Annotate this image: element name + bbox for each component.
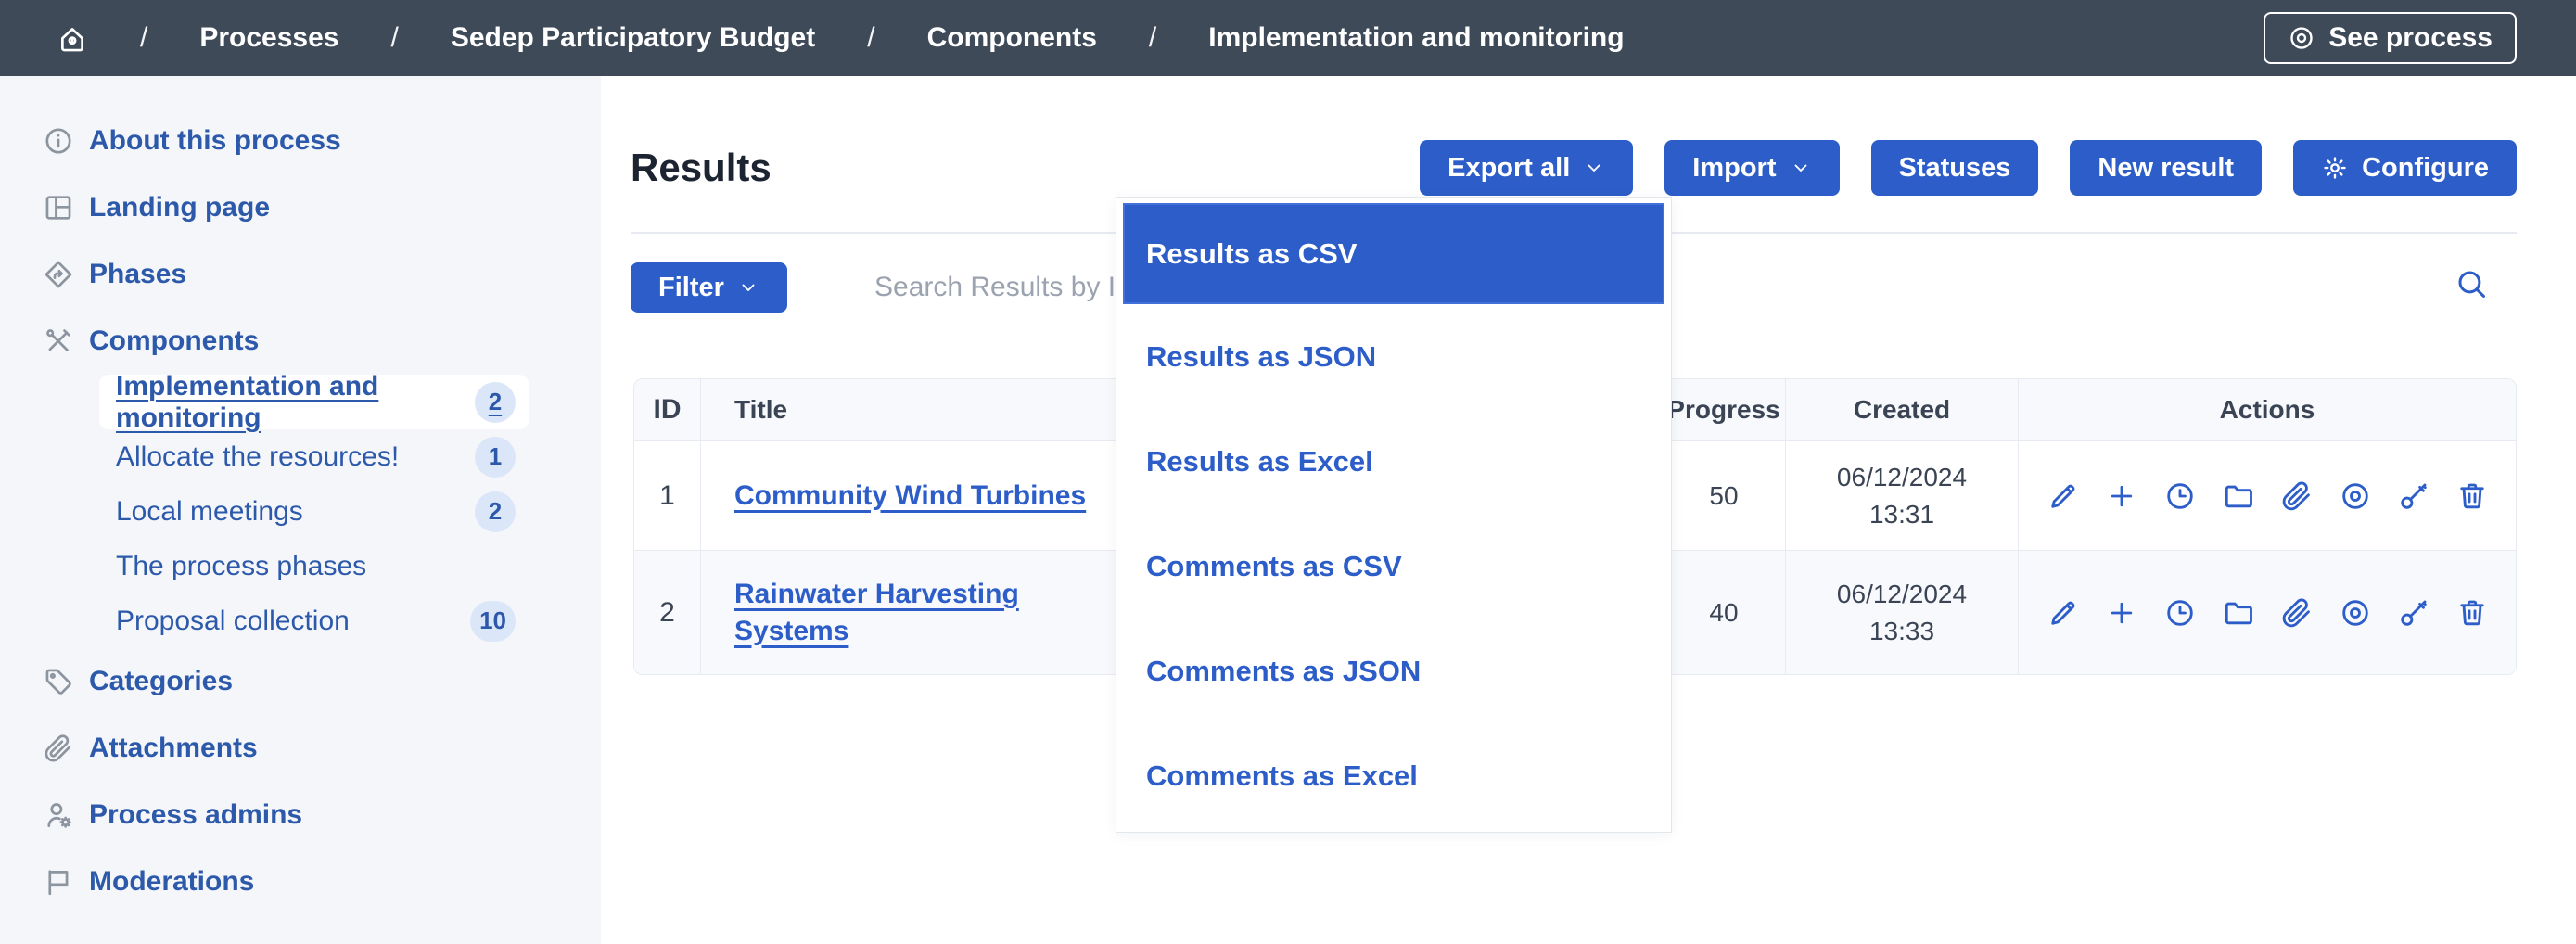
sidebar-item-process-admins[interactable]: Process admins	[0, 782, 601, 848]
menu-item-comments-as-json[interactable]: Comments as JSON	[1116, 619, 1671, 723]
sidebar-item-proposal-collection[interactable]: Proposal collection 10	[99, 593, 529, 648]
result-title-link[interactable]: Community Wind Turbines	[734, 478, 1086, 515]
tools-icon	[43, 325, 74, 357]
edit-icon[interactable]	[2047, 479, 2080, 513]
menu-item-comments-as-excel[interactable]: Comments as Excel	[1116, 723, 1671, 828]
folder-icon[interactable]	[2222, 596, 2255, 630]
menu-item-comments-as-csv[interactable]: Comments as CSV	[1116, 514, 1671, 619]
configure-button[interactable]: Configure	[2293, 140, 2517, 196]
attachments-icon[interactable]	[2280, 479, 2314, 513]
chevron-down-icon	[737, 276, 759, 299]
layout-icon	[43, 192, 74, 223]
sidebar-item-attachments[interactable]: Attachments	[0, 715, 601, 782]
col-header-id: ID	[634, 379, 701, 440]
col-header-created: Created	[1786, 379, 2019, 440]
breadcrumb-processes[interactable]: Processes	[199, 22, 338, 54]
see-process-label: See process	[2328, 22, 2493, 54]
sidebar-item-the-process-phases[interactable]: The process phases	[99, 539, 529, 593]
attachments-icon[interactable]	[2280, 596, 2314, 630]
menu-item-results-as-excel[interactable]: Results as Excel	[1116, 409, 1671, 514]
count-badge: 1	[475, 437, 516, 478]
edit-icon[interactable]	[2047, 596, 2080, 630]
result-created: 06/12/2024 13:31	[1786, 441, 2019, 550]
result-created: 06/12/2024 13:33	[1786, 551, 2019, 674]
preview-icon[interactable]	[2339, 596, 2372, 630]
row-actions	[2019, 441, 2516, 550]
export-all-button[interactable]: Export all	[1420, 140, 1633, 196]
user-gear-icon	[43, 799, 74, 831]
sidebar-item-moderations[interactable]: Moderations	[0, 848, 601, 915]
count-badge: 10	[470, 601, 516, 642]
count-badge: 2	[475, 491, 516, 532]
info-icon	[43, 125, 74, 157]
permissions-key-icon[interactable]	[2397, 596, 2430, 630]
menu-item-results-as-json[interactable]: Results as JSON	[1116, 304, 1671, 409]
chevron-down-icon	[1583, 157, 1605, 179]
search-icon[interactable]	[2454, 266, 2489, 301]
export-all-dropdown: Results as CSV Results as JSON Results a…	[1116, 197, 1672, 833]
permissions-key-icon[interactable]	[2397, 479, 2430, 513]
direction-sign-icon	[43, 259, 74, 290]
result-progress: 40	[1663, 551, 1786, 674]
sidebar-item-categories[interactable]: Categories	[0, 648, 601, 715]
breadcrumb-current-component[interactable]: Implementation and monitoring	[1208, 22, 1624, 54]
breadcrumb: / Processes / Sedep Participatory Budget…	[57, 21, 1625, 54]
filter-button[interactable]: Filter	[631, 262, 787, 313]
row-actions	[2019, 551, 2516, 674]
sidebar-item-local-meetings[interactable]: Local meetings 2	[99, 484, 529, 539]
col-header-progress: Progress	[1663, 379, 1786, 440]
home-icon[interactable]	[57, 21, 88, 54]
tag-icon	[43, 666, 74, 697]
statuses-button[interactable]: Statuses	[1871, 140, 2039, 196]
result-id: 1	[634, 441, 701, 550]
delete-icon[interactable]	[2455, 596, 2489, 630]
result-id: 2	[634, 551, 701, 674]
breadcrumb-components[interactable]: Components	[927, 22, 1097, 54]
import-button[interactable]: Import	[1664, 140, 1839, 196]
delete-icon[interactable]	[2455, 479, 2489, 513]
sidebar-item-landing-page[interactable]: Landing page	[0, 174, 601, 241]
preview-icon[interactable]	[2339, 479, 2372, 513]
flag-icon	[43, 866, 74, 898]
sidebar-item-implementation-and-monitoring[interactable]: Implementation and monitoring 2	[99, 375, 529, 429]
breadcrumb-separator: /	[390, 22, 398, 54]
breadcrumb-separator: /	[1149, 22, 1156, 54]
timeline-icon[interactable]	[2163, 479, 2197, 513]
components-sub-list: Implementation and monitoring 2 Allocate…	[0, 375, 601, 648]
breadcrumb-separator: /	[140, 22, 147, 54]
sidebar-item-about[interactable]: About this process	[0, 108, 601, 174]
folder-icon[interactable]	[2222, 479, 2255, 513]
process-sidebar: About this process Landing page Phases C…	[0, 76, 601, 944]
timeline-icon[interactable]	[2163, 596, 2197, 630]
gear-icon	[2321, 154, 2349, 182]
breadcrumb-process-title[interactable]: Sedep Participatory Budget	[451, 22, 815, 54]
chevron-down-icon	[1790, 157, 1812, 179]
new-result-button[interactable]: New result	[2070, 140, 2262, 196]
sidebar-item-allocate-the-resources[interactable]: Allocate the resources! 1	[99, 429, 529, 484]
breadcrumb-separator: /	[867, 22, 874, 54]
page-title: Results	[631, 146, 772, 190]
eye-icon	[2288, 24, 2315, 52]
main-content: Results Export all Import Statuses New r…	[601, 76, 2576, 944]
sidebar-item-phases[interactable]: Phases	[0, 241, 601, 308]
result-title-link[interactable]: Rainwater Harvesting Systems	[734, 576, 1096, 650]
paperclip-icon	[43, 733, 74, 764]
add-icon[interactable]	[2105, 479, 2138, 513]
col-header-actions: Actions	[2019, 379, 2516, 440]
see-process-button[interactable]: See process	[2264, 12, 2517, 64]
add-icon[interactable]	[2105, 596, 2138, 630]
count-badge: 2	[475, 382, 516, 423]
admin-topbar: / Processes / Sedep Participatory Budget…	[0, 0, 2576, 76]
sidebar-item-components[interactable]: Components	[0, 308, 601, 375]
menu-item-results-as-csv[interactable]: Results as CSV	[1123, 203, 1664, 304]
result-progress: 50	[1663, 441, 1786, 550]
